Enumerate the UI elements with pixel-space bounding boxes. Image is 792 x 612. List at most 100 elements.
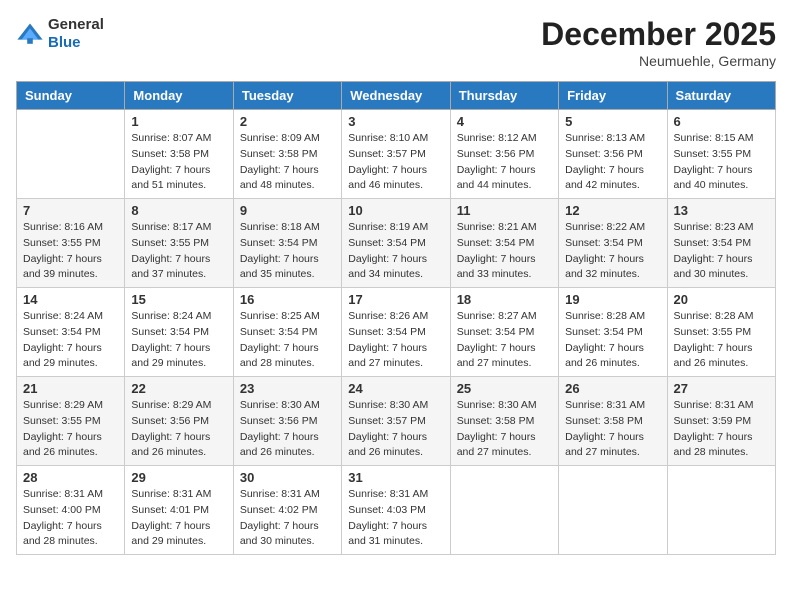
day-number: 18 [457,292,552,307]
calendar-cell: 26 Sunrise: 8:31 AMSunset: 3:58 PMDayligh… [559,377,667,466]
day-info: Sunrise: 8:29 AMSunset: 3:56 PMDaylight:… [131,398,226,461]
day-info: Sunrise: 8:16 AMSunset: 3:55 PMDaylight:… [23,220,118,283]
calendar-cell: 28 Sunrise: 8:31 AMSunset: 4:00 PMDayligh… [17,466,125,555]
calendar-week-0: 1Sunrise: 8:07 AMSunset: 3:58 PMDaylight… [17,110,776,199]
day-info: Sunrise: 8:28 AMSunset: 3:54 PMDaylight:… [565,309,660,372]
day-info: Sunrise: 8:31 AMSunset: 3:59 PMDaylight:… [674,398,769,461]
weekday-header-saturday: Saturday [667,82,775,110]
calendar-week-3: 21 Sunrise: 8:29 AMSunset: 3:55 PMDayligh… [17,377,776,466]
weekday-header-friday: Friday [559,82,667,110]
calendar-cell: 22Sunrise: 8:29 AMSunset: 3:56 PMDayligh… [125,377,233,466]
day-number: 10 [348,203,443,218]
calendar-cell: 30 Sunrise: 8:31 AMSunset: 4:02 PMDayligh… [233,466,341,555]
day-number: 12 [565,203,660,218]
title-area: December 2025 Neumuehle, Germany [541,16,776,69]
calendar-week-1: 7 Sunrise: 8:16 AMSunset: 3:55 PMDaylight… [17,199,776,288]
calendar-cell: 4Sunrise: 8:12 AMSunset: 3:56 PMDaylight… [450,110,558,199]
day-info: Sunrise: 8:25 AMSunset: 3:54 PMDaylight:… [240,309,335,372]
day-info: Sunrise: 8:30 AMSunset: 3:58 PMDaylight:… [457,398,552,461]
calendar-cell: 20Sunrise: 8:28 AMSunset: 3:55 PMDayligh… [667,288,775,377]
location-title: Neumuehle, Germany [541,53,776,69]
weekday-header-tuesday: Tuesday [233,82,341,110]
page-header: General Blue December 2025 Neumuehle, Ge… [16,16,776,69]
weekday-header-thursday: Thursday [450,82,558,110]
calendar-cell: 21 Sunrise: 8:29 AMSunset: 3:55 PMDayligh… [17,377,125,466]
weekday-header-sunday: Sunday [17,82,125,110]
day-number: 9 [240,203,335,218]
calendar-cell: 11 Sunrise: 8:21 AMSunset: 3:54 PMDayligh… [450,199,558,288]
day-info: Sunrise: 8:18 AMSunset: 3:54 PMDaylight:… [240,220,335,283]
day-number: 2 [240,114,335,129]
day-info: Sunrise: 8:23 AMSunset: 3:54 PMDaylight:… [674,220,769,283]
day-number: 19 [565,292,660,307]
day-number: 28 [23,470,118,485]
calendar-header-row: SundayMondayTuesdayWednesdayThursdayFrid… [17,82,776,110]
logo: General Blue [16,16,104,52]
day-number: 30 [240,470,335,485]
day-number: 14 [23,292,118,307]
day-number: 7 [23,203,118,218]
calendar-cell: 18Sunrise: 8:27 AMSunset: 3:54 PMDayligh… [450,288,558,377]
calendar-cell: 3 Sunrise: 8:10 AMSunset: 3:57 PMDaylight… [342,110,450,199]
day-number: 3 [348,114,443,129]
day-number: 21 [23,381,118,396]
calendar-cell [667,466,775,555]
day-number: 25 [457,381,552,396]
day-number: 26 [565,381,660,396]
day-number: 17 [348,292,443,307]
day-number: 1 [131,114,226,129]
day-info: Sunrise: 8:10 AMSunset: 3:57 PMDaylight:… [348,131,443,194]
calendar-cell [17,110,125,199]
day-number: 11 [457,203,552,218]
logo-icon [16,20,44,48]
day-number: 6 [674,114,769,129]
calendar-cell: 6 Sunrise: 8:15 AMSunset: 3:55 PMDaylight… [667,110,775,199]
day-number: 31 [348,470,443,485]
month-title: December 2025 [541,16,776,53]
day-info: Sunrise: 8:31 AMSunset: 3:58 PMDaylight:… [565,398,660,461]
calendar-cell: 19 Sunrise: 8:28 AMSunset: 3:54 PMDayligh… [559,288,667,377]
calendar-cell: 17Sunrise: 8:26 AMSunset: 3:54 PMDayligh… [342,288,450,377]
calendar-cell: 12Sunrise: 8:22 AMSunset: 3:54 PMDayligh… [559,199,667,288]
calendar-cell: 1Sunrise: 8:07 AMSunset: 3:58 PMDaylight… [125,110,233,199]
day-info: Sunrise: 8:21 AMSunset: 3:54 PMDaylight:… [457,220,552,283]
calendar-cell: 31 Sunrise: 8:31 AMSunset: 4:03 PMDayligh… [342,466,450,555]
day-info: Sunrise: 8:29 AMSunset: 3:55 PMDaylight:… [23,398,118,461]
day-number: 8 [131,203,226,218]
day-number: 23 [240,381,335,396]
day-info: Sunrise: 8:31 AMSunset: 4:02 PMDaylight:… [240,487,335,550]
calendar-cell: 14Sunrise: 8:24 AMSunset: 3:54 PMDayligh… [17,288,125,377]
day-number: 13 [674,203,769,218]
day-number: 16 [240,292,335,307]
logo-text: General Blue [48,16,104,52]
calendar-cell: 10 Sunrise: 8:19 AMSunset: 3:54 PMDayligh… [342,199,450,288]
day-info: Sunrise: 8:30 AMSunset: 3:57 PMDaylight:… [348,398,443,461]
day-info: Sunrise: 8:19 AMSunset: 3:54 PMDaylight:… [348,220,443,283]
day-info: Sunrise: 8:13 AMSunset: 3:56 PMDaylight:… [565,131,660,194]
calendar-body: 1Sunrise: 8:07 AMSunset: 3:58 PMDaylight… [17,110,776,555]
calendar-week-2: 14 Sunrise: 8:24 AMSunset: 3:54 PMDayligh… [17,288,776,377]
day-info: Sunrise: 8:24 AMSunset: 3:54 PMDaylight:… [131,309,226,372]
day-number: 5 [565,114,660,129]
day-info: Sunrise: 8:31 AMSunset: 4:00 PMDaylight:… [23,487,118,550]
day-number: 24 [348,381,443,396]
day-info: Sunrise: 8:31 AMSunset: 4:01 PMDaylight:… [131,487,226,550]
day-number: 27 [674,381,769,396]
calendar-cell: 16 Sunrise: 8:25 AMSunset: 3:54 PMDayligh… [233,288,341,377]
calendar-cell: 15Sunrise: 8:24 AMSunset: 3:54 PMDayligh… [125,288,233,377]
calendar-cell [559,466,667,555]
calendar-cell: 9 Sunrise: 8:18 AMSunset: 3:54 PMDaylight… [233,199,341,288]
day-info: Sunrise: 8:15 AMSunset: 3:55 PMDaylight:… [674,131,769,194]
calendar-cell: 24 Sunrise: 8:30 AMSunset: 3:57 PMDayligh… [342,377,450,466]
day-number: 4 [457,114,552,129]
calendar-cell: 25 Sunrise: 8:30 AMSunset: 3:58 PMDayligh… [450,377,558,466]
day-info: Sunrise: 8:31 AMSunset: 4:03 PMDaylight:… [348,487,443,550]
calendar-cell: 27 Sunrise: 8:31 AMSunset: 3:59 PMDayligh… [667,377,775,466]
calendar-cell: 5 Sunrise: 8:13 AMSunset: 3:56 PMDaylight… [559,110,667,199]
day-number: 29 [131,470,226,485]
day-info: Sunrise: 8:28 AMSunset: 3:55 PMDaylight:… [674,309,769,372]
calendar-cell [450,466,558,555]
calendar-cell: 23 Sunrise: 8:30 AMSunset: 3:56 PMDayligh… [233,377,341,466]
calendar-cell: 8Sunrise: 8:17 AMSunset: 3:55 PMDaylight… [125,199,233,288]
day-info: Sunrise: 8:30 AMSunset: 3:56 PMDaylight:… [240,398,335,461]
